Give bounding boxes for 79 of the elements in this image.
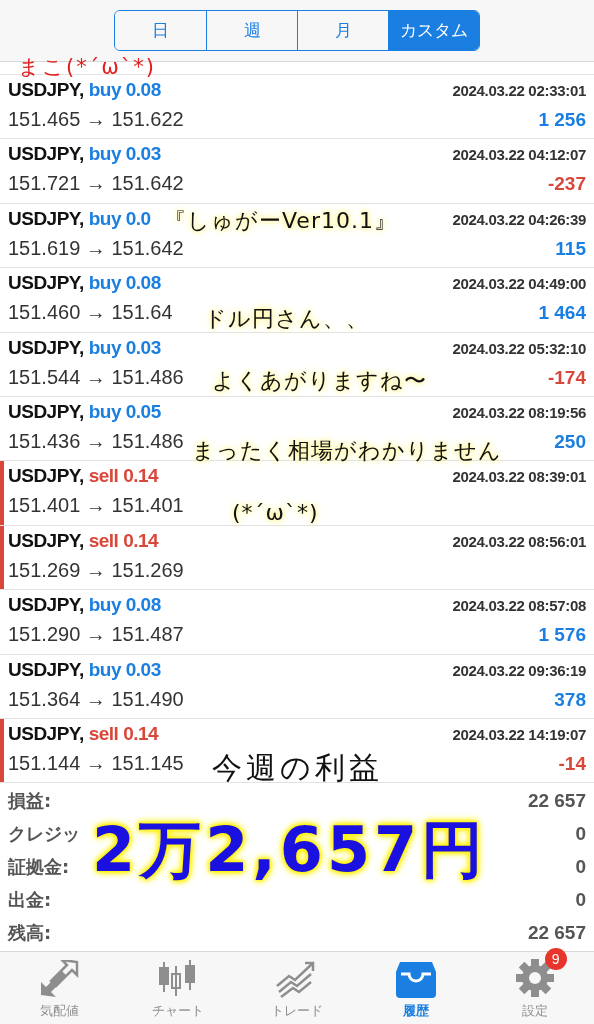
price-change: 151.290 → 151.487 xyxy=(8,623,184,647)
price-change: 151.460 → 151.64 xyxy=(8,301,173,325)
order-label: buy 0.08 xyxy=(88,272,161,295)
summary-value: 0 xyxy=(575,856,586,879)
symbol-label: USDJPY, xyxy=(8,79,84,101)
notification-badge: 9 xyxy=(544,948,567,970)
symbol-label: USDJPY, xyxy=(8,465,84,488)
order-label: buy 0.03 xyxy=(88,336,161,359)
price-change: 151.619 → 151.642 xyxy=(8,236,184,260)
summary-label: 証拠金: xyxy=(8,855,70,880)
summary-value: 0 xyxy=(575,823,586,846)
price-change: 151.436 → 151.486 xyxy=(8,429,184,453)
order-label: buy 0.03 xyxy=(88,658,161,681)
symbol-label: USDJPY, xyxy=(8,658,84,681)
trade-time: 2024.03.22 05:32:10 xyxy=(452,339,586,357)
nav-tab[interactable]: チャート xyxy=(118,952,238,1024)
profit-value: 1 256 xyxy=(538,109,586,131)
profit-value: 115 xyxy=(555,237,586,260)
order-label: buy 0.08 xyxy=(88,79,161,101)
price-change: 151.269 → 151.269 xyxy=(8,558,184,582)
order-label: sell 0.14 xyxy=(88,722,159,745)
summary-label: クレジッ xyxy=(8,822,80,847)
profit-value: 378 xyxy=(554,688,586,711)
nav-tab[interactable]: 気配値 xyxy=(0,952,119,1024)
price-change: 151.721 → 151.642 xyxy=(8,172,184,196)
symbol-label: USDJPY, xyxy=(8,207,84,230)
trade-time: 2024.03.22 04:49:00 xyxy=(452,275,586,293)
price-change: 151.401 → 151.401 xyxy=(8,494,184,518)
trade-time: 2024.03.22 08:57:08 xyxy=(452,597,586,615)
handwritten-note: (*´ω`*) xyxy=(232,500,319,525)
trade-time: 2024.03.22 04:12:07 xyxy=(452,146,586,164)
handwritten-note: 2万2,657円 xyxy=(92,812,488,888)
price-change: 151.144 → 151.145 xyxy=(8,751,184,775)
symbol-label: USDJPY, xyxy=(8,272,84,295)
order-label: sell 0.14 xyxy=(88,465,159,488)
price-change: 151.465 → 151.622 xyxy=(8,108,184,131)
trade-time: 2024.03.22 02:33:01 xyxy=(452,82,586,99)
symbol-label: USDJPY, xyxy=(8,529,84,552)
handwritten-note: よくあがりますね〜 xyxy=(212,367,427,395)
summary-label: 出金: xyxy=(8,888,52,913)
trade-time: 2024.03.22 08:56:01 xyxy=(452,532,586,550)
summary-label: 損益: xyxy=(8,789,52,814)
trade-time: 2024.03.22 08:19:56 xyxy=(452,403,586,421)
order-label: sell 0.14 xyxy=(88,529,159,552)
profit-value: -174 xyxy=(547,366,586,389)
inbox-tray-icon xyxy=(395,960,436,998)
profit-value: -14 xyxy=(558,752,586,775)
profit-value: 250 xyxy=(554,430,586,453)
handwritten-note: まこ(*´ω`*) xyxy=(18,54,156,81)
price-change: 151.544 → 151.486 xyxy=(8,365,184,389)
handwritten-note: 今週の利益 xyxy=(212,749,383,787)
profit-value: -237 xyxy=(547,173,586,196)
price-change: 151.364 → 151.490 xyxy=(8,687,184,711)
profit-value: 1 464 xyxy=(538,302,586,325)
order-label: buy 0.0 xyxy=(88,207,151,230)
symbol-label: USDJPY, xyxy=(8,400,84,423)
order-label: buy 0.03 xyxy=(88,143,161,166)
summary-label: 残高: xyxy=(8,921,52,946)
symbol-label: USDJPY, xyxy=(8,722,84,745)
handwritten-note: まったく相場がわかりません xyxy=(192,437,502,465)
summary-value: 22 657 xyxy=(527,790,586,813)
symbol-label: USDJPY, xyxy=(8,336,84,359)
period-tab[interactable]: カスタム xyxy=(388,11,479,50)
summary-value: 22 657 xyxy=(527,922,586,945)
trade-time: 2024.03.22 09:36:19 xyxy=(452,661,586,679)
summary-value: 0 xyxy=(575,889,586,912)
profit-value: 1 576 xyxy=(538,624,586,647)
order-label: buy 0.05 xyxy=(88,400,161,423)
nav-tab[interactable]: 履歴 xyxy=(356,952,476,1024)
handwritten-note: ドル円さん、、 xyxy=(204,305,369,333)
symbol-label: USDJPY, xyxy=(8,594,84,617)
trade-time: 2024.03.22 14:19:07 xyxy=(452,725,586,743)
trade-time: 2024.03.22 04:26:39 xyxy=(452,210,586,228)
trade-time: 2024.03.22 08:39:01 xyxy=(452,468,586,486)
handwritten-note: 『しゅがーVer10.1』 xyxy=(164,207,397,235)
order-label: buy 0.08 xyxy=(88,594,161,617)
symbol-label: USDJPY, xyxy=(8,143,84,166)
double-arrow-icon xyxy=(38,960,81,998)
nav-tab[interactable]: トレード xyxy=(237,952,357,1024)
